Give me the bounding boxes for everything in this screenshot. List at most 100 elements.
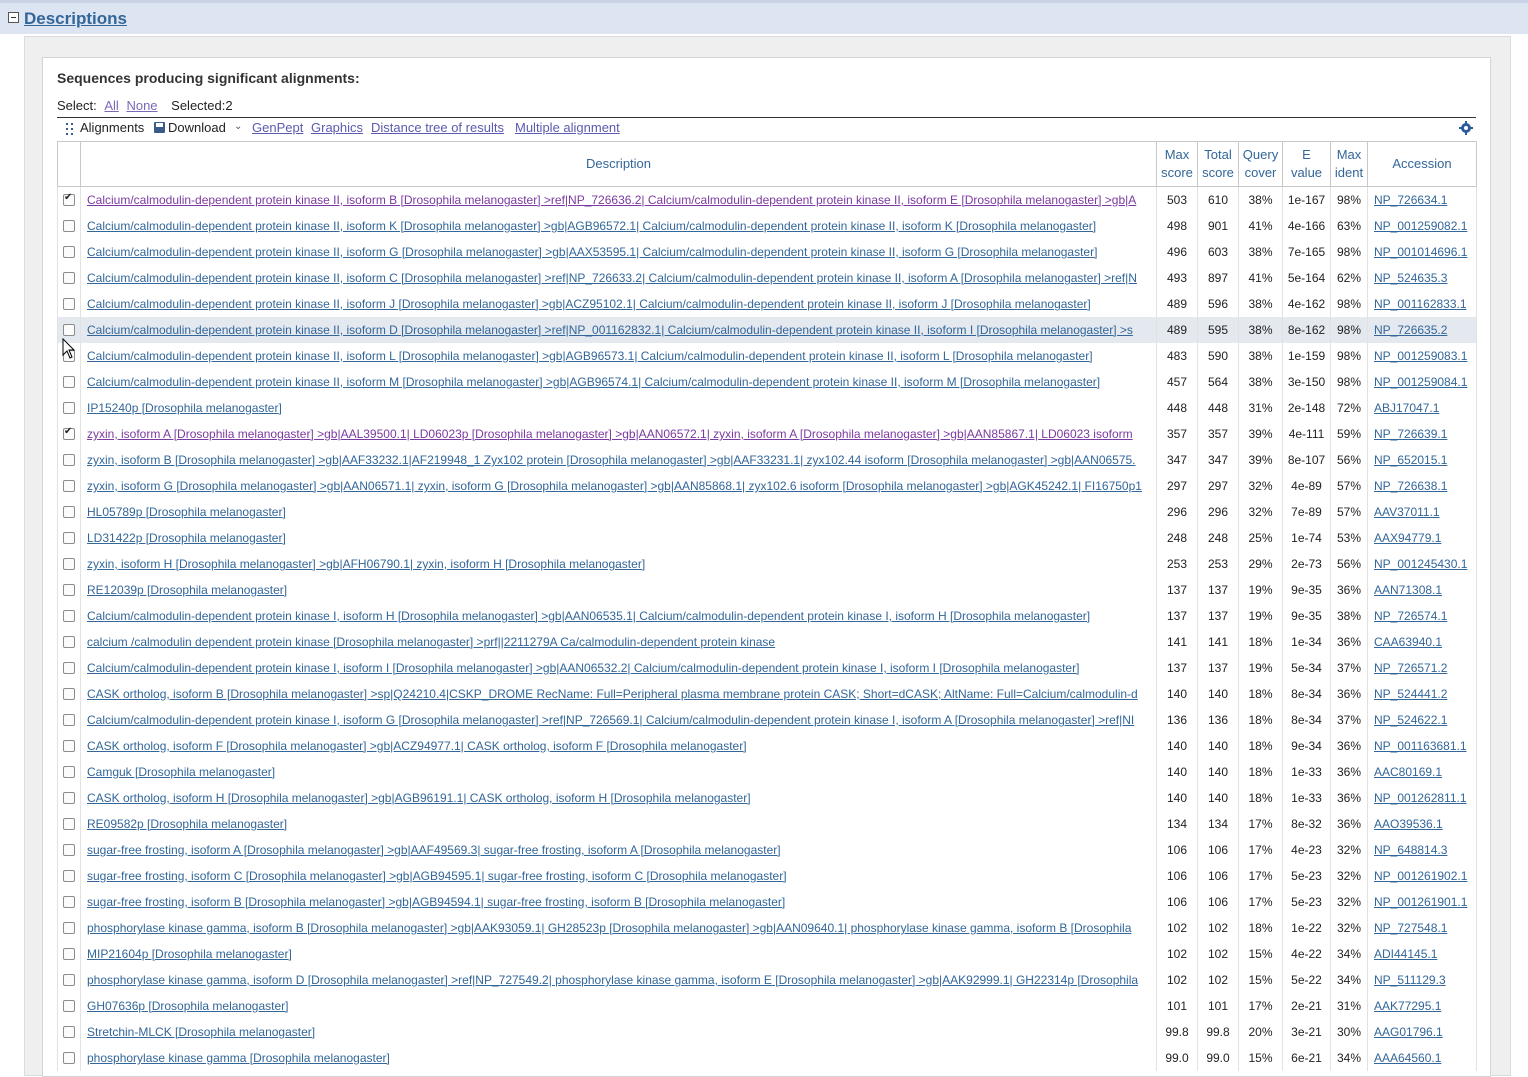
row-checkbox[interactable]	[63, 739, 75, 752]
row-checkbox[interactable]	[63, 297, 75, 310]
row-checkbox[interactable]	[63, 817, 75, 830]
description-link[interactable]: Calcium/calmodulin-dependent protein kin…	[87, 713, 1134, 727]
description-link[interactable]: CASK ortholog, isoform B [Drosophila mel…	[87, 687, 1138, 701]
accession-link[interactable]: AAA64560.1	[1374, 1051, 1441, 1065]
row-checkbox[interactable]	[63, 687, 75, 700]
accession-link[interactable]: CAA63940.1	[1374, 635, 1442, 649]
description-link[interactable]: Calcium/calmodulin-dependent protein kin…	[87, 661, 1079, 675]
select-none-link[interactable]: None	[126, 98, 157, 113]
accession-link[interactable]: NP_001162833.1	[1374, 297, 1467, 311]
description-link[interactable]: CASK ortholog, isoform H [Drosophila mel…	[87, 791, 751, 805]
select-all-link[interactable]: All	[104, 98, 118, 113]
row-checkbox[interactable]	[63, 609, 75, 622]
alignments-button[interactable]: Alignments	[80, 120, 144, 135]
description-link[interactable]: phosphorylase kinase gamma [Drosophila m…	[87, 1051, 390, 1065]
accession-link[interactable]: NP_524441.2	[1374, 687, 1447, 701]
accession-column-header[interactable]: Accession	[1367, 141, 1477, 187]
row-checkbox[interactable]	[63, 843, 75, 856]
chevron-down-icon[interactable]: ⌄	[234, 121, 242, 132]
row-checkbox[interactable]	[63, 271, 75, 284]
row-checkbox[interactable]	[63, 895, 75, 908]
accession-link[interactable]: NP_524622.1	[1374, 713, 1447, 727]
row-checkbox[interactable]	[63, 921, 75, 934]
description-link[interactable]: IP15240p [Drosophila melanogaster]	[87, 401, 282, 415]
accession-link[interactable]: NP_727548.1	[1374, 921, 1447, 935]
row-checkbox[interactable]	[63, 479, 75, 492]
description-link[interactable]: GH07636p [Drosophila melanogaster]	[87, 999, 288, 1013]
total-score-column-header[interactable]: Total score	[1197, 141, 1239, 187]
row-checkbox[interactable]	[63, 999, 75, 1012]
description-link[interactable]: Calcium/calmodulin-dependent protein kin…	[87, 375, 1100, 389]
description-link[interactable]: Calcium/calmodulin-dependent protein kin…	[87, 349, 1093, 363]
description-link[interactable]: Calcium/calmodulin-dependent protein kin…	[87, 219, 1096, 233]
description-link[interactable]: calcium /calmodulin dependent protein ki…	[87, 635, 775, 649]
accession-link[interactable]: NP_001245430.1	[1374, 557, 1467, 571]
accession-link[interactable]: NP_726639.1	[1374, 427, 1447, 441]
accession-link[interactable]: NP_726571.2	[1374, 661, 1447, 675]
row-checkbox[interactable]	[63, 713, 75, 726]
description-link[interactable]: sugar-free frosting, isoform C [Drosophi…	[87, 869, 787, 883]
accession-link[interactable]: AAN71308.1	[1374, 583, 1442, 597]
accession-link[interactable]: NP_001163681.1	[1374, 739, 1467, 753]
row-checkbox[interactable]	[63, 557, 75, 570]
accession-link[interactable]: AAK77295.1	[1374, 999, 1441, 1013]
accession-link[interactable]: AAC80169.1	[1374, 765, 1442, 779]
row-checkbox[interactable]	[63, 1051, 75, 1064]
description-link[interactable]: sugar-free frosting, isoform B [Drosophi…	[87, 895, 785, 909]
accession-link[interactable]: AAO39536.1	[1374, 817, 1443, 831]
row-checkbox[interactable]	[63, 661, 75, 674]
description-link[interactable]: Calcium/calmodulin-dependent protein kin…	[87, 297, 1091, 311]
description-link[interactable]: CASK ortholog, isoform F [Drosophila mel…	[87, 739, 747, 753]
description-link[interactable]: zyxin, isoform G [Drosophila melanogaste…	[87, 479, 1142, 493]
row-checkbox[interactable]	[63, 869, 75, 882]
description-link[interactable]: zyxin, isoform A [Drosophila melanogaste…	[87, 427, 1133, 441]
gear-icon[interactable]	[1459, 121, 1473, 135]
accession-link[interactable]: NP_001261901.1	[1374, 895, 1467, 909]
accession-link[interactable]: NP_726574.1	[1374, 609, 1447, 623]
distance-tree-link[interactable]: Distance tree of results	[371, 120, 504, 135]
description-link[interactable]: MIP21604p [Drosophila melanogaster]	[87, 947, 292, 961]
accession-link[interactable]: AAG01796.1	[1374, 1025, 1443, 1039]
accession-link[interactable]: NP_001259082.1	[1374, 219, 1467, 233]
description-link[interactable]: Calcium/calmodulin-dependent protein kin…	[87, 193, 1136, 207]
description-link[interactable]: HL05789p [Drosophila melanogaster]	[87, 505, 286, 519]
row-checkbox[interactable]	[63, 765, 75, 778]
row-checkbox[interactable]	[63, 426, 75, 440]
description-link[interactable]: RE09582p [Drosophila melanogaster]	[87, 817, 287, 831]
row-checkbox[interactable]	[63, 323, 75, 336]
description-link[interactable]: phosphorylase kinase gamma, isoform B [D…	[87, 921, 1131, 935]
accession-link[interactable]: NP_726638.1	[1374, 479, 1447, 493]
accession-link[interactable]: ADI44145.1	[1374, 947, 1437, 961]
accession-link[interactable]: NP_001262811.1	[1374, 791, 1467, 805]
accession-link[interactable]: NP_726634.1	[1374, 193, 1447, 207]
evalue-column-header[interactable]: Evalue	[1282, 141, 1331, 187]
accession-link[interactable]: NP_524635.3	[1374, 271, 1447, 285]
accession-link[interactable]: NP_652015.1	[1374, 453, 1447, 467]
download-button[interactable]: Download	[168, 120, 226, 135]
row-checkbox[interactable]	[63, 531, 75, 544]
row-checkbox[interactable]	[63, 219, 75, 232]
genpept-link[interactable]: GenPept	[252, 120, 303, 135]
row-checkbox[interactable]	[63, 453, 75, 466]
multiple-alignment-link[interactable]: Multiple alignment	[515, 120, 620, 135]
row-checkbox[interactable]	[63, 375, 75, 388]
row-checkbox[interactable]	[63, 245, 75, 258]
accession-link[interactable]: NP_648814.3	[1374, 843, 1447, 857]
accession-link[interactable]: ABJ17047.1	[1374, 401, 1439, 415]
row-checkbox[interactable]	[63, 583, 75, 596]
max-score-column-header[interactable]: Max score	[1156, 141, 1198, 187]
row-checkbox[interactable]	[63, 973, 75, 986]
accession-link[interactable]: NP_726635.2	[1374, 323, 1447, 337]
accession-link[interactable]: AAX94779.1	[1374, 531, 1441, 545]
description-column-header[interactable]: Description	[80, 141, 1157, 187]
accession-link[interactable]: NP_001259083.1	[1374, 349, 1467, 363]
description-link[interactable]: Calcium/calmodulin-dependent protein kin…	[87, 245, 1097, 259]
accession-link[interactable]: NP_511129.3	[1374, 973, 1446, 987]
description-link[interactable]: zyxin, isoform H [Drosophila melanogaste…	[87, 557, 645, 571]
description-link[interactable]: Calcium/calmodulin-dependent protein kin…	[87, 271, 1137, 285]
row-checkbox[interactable]	[63, 635, 75, 648]
query-cover-column-header[interactable]: Query cover	[1238, 141, 1283, 187]
graphics-link[interactable]: Graphics	[311, 120, 363, 135]
max-ident-column-header[interactable]: Max ident	[1330, 141, 1368, 187]
accession-link[interactable]: NP_001259084.1	[1374, 375, 1467, 389]
